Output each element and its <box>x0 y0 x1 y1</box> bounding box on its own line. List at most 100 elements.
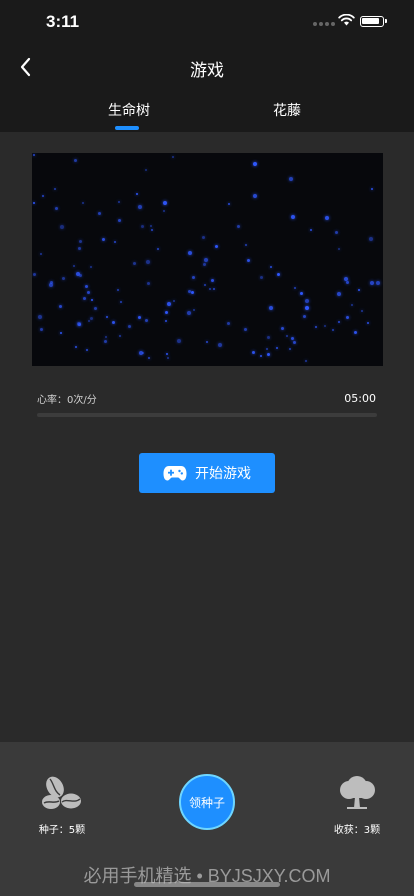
particle <box>172 156 174 158</box>
tab-flower-vine[interactable]: 花藤 <box>273 100 301 120</box>
particle <box>85 285 88 288</box>
status-time: 3:11 <box>46 12 80 31</box>
particle <box>346 281 349 284</box>
start-game-button[interactable]: 开始游戏 <box>139 453 275 493</box>
particle <box>245 244 247 246</box>
particle <box>305 360 307 362</box>
home-indicator <box>134 882 280 887</box>
particle <box>335 231 338 234</box>
particle <box>289 177 293 181</box>
particle <box>358 289 360 291</box>
particle <box>215 245 218 248</box>
particle <box>338 248 340 250</box>
claim-seeds-label: 领种子 <box>188 795 225 810</box>
navigation-bar: 游戏 <box>0 44 414 90</box>
particle <box>145 319 148 322</box>
particle <box>94 307 97 310</box>
particle <box>315 326 317 328</box>
particle <box>119 335 121 337</box>
particle <box>267 336 270 339</box>
particle <box>361 310 363 312</box>
particle <box>112 321 115 324</box>
particle <box>204 258 208 262</box>
particle <box>209 288 211 290</box>
particle <box>351 304 353 306</box>
status-bar: 3:11 <box>0 0 414 44</box>
particle <box>228 203 230 205</box>
heart-rate-label: 心率：0次/分 <box>37 395 97 406</box>
particle <box>244 328 247 331</box>
particle <box>206 341 208 343</box>
particle <box>146 260 150 264</box>
particle <box>87 291 90 294</box>
particle <box>247 259 250 262</box>
particle <box>117 289 119 291</box>
particle <box>266 348 268 350</box>
particle <box>332 329 334 331</box>
particle <box>369 237 373 241</box>
gamepad-icon <box>163 466 187 481</box>
particle <box>151 229 153 231</box>
tree-icon <box>340 776 375 809</box>
particle <box>286 335 288 337</box>
wifi-icon <box>338 14 355 26</box>
particle <box>42 195 44 197</box>
particle <box>83 297 86 300</box>
particle <box>203 263 206 266</box>
particle <box>76 272 80 276</box>
particle <box>91 299 93 301</box>
particle <box>73 265 75 267</box>
particle <box>145 169 147 171</box>
tab-life-tree[interactable]: 生命树 <box>108 100 150 120</box>
particle <box>270 266 272 268</box>
particle <box>344 277 348 281</box>
tab-bar: 生命树 花藤 <box>0 90 414 132</box>
game-progress-bar <box>37 413 377 417</box>
particle <box>40 253 42 255</box>
particle <box>60 225 64 229</box>
start-game-label: 开始游戏 <box>195 466 251 482</box>
page-title: 游戏 <box>190 61 224 81</box>
particle <box>90 266 92 268</box>
particle <box>138 205 142 209</box>
particle <box>98 212 101 215</box>
particle <box>237 225 240 228</box>
particle <box>370 281 374 285</box>
particle <box>150 225 152 227</box>
particle <box>88 320 90 322</box>
claim-seeds-button[interactable]: 领种子 <box>179 774 235 830</box>
particle <box>82 202 84 204</box>
particle <box>167 357 169 359</box>
particle <box>277 273 280 276</box>
cellular-signal-icon <box>313 22 335 26</box>
particle <box>177 339 181 343</box>
seeds-icon <box>42 776 81 809</box>
particle <box>310 229 312 231</box>
particle <box>267 353 270 356</box>
active-tab-indicator <box>115 126 139 130</box>
particle <box>104 340 107 343</box>
particle <box>54 188 56 190</box>
particle <box>128 325 131 328</box>
particle <box>188 251 192 255</box>
particle <box>253 162 257 166</box>
particle <box>354 331 357 334</box>
particle <box>291 337 294 340</box>
game-canvas <box>32 153 383 366</box>
particle <box>79 240 82 243</box>
particle <box>165 311 168 314</box>
particle <box>136 193 138 195</box>
particle <box>75 346 77 348</box>
particle <box>78 247 81 250</box>
particle <box>120 301 122 303</box>
particle <box>166 353 168 355</box>
particle <box>192 276 195 279</box>
particle <box>376 281 380 285</box>
harvest-label: 收获：3颗 <box>333 825 381 836</box>
particle <box>167 302 171 306</box>
particle <box>55 207 58 210</box>
particle <box>163 201 167 205</box>
particle <box>33 202 35 204</box>
particle <box>86 349 88 351</box>
countdown-timer: 05:00 <box>344 392 376 405</box>
